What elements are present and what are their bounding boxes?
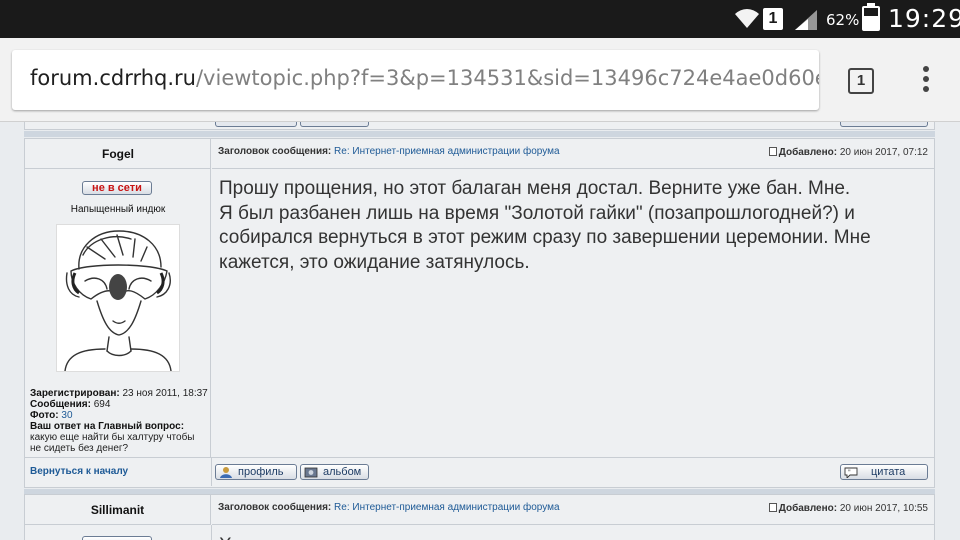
svg-text:": " [848,469,851,476]
post-icon[interactable] [768,147,777,156]
post-header: Заголовок сообщения: Re: Интернет-приемн… [212,495,934,525]
wifi-icon [735,8,759,28]
menu-icon[interactable] [916,66,936,96]
quote-button[interactable]: " цитата [840,464,928,480]
status-badge: не в сети [82,181,152,195]
post-footer: Вернуться к началу профиль альбом " цита… [25,457,934,486]
photo-album-icon [304,467,318,478]
post-date: Добавлено: 20 июн 2017, 07:12 [768,147,928,158]
author-rank: Напыщенный индюк [70,204,166,215]
profile-button[interactable]: профиль [215,464,297,480]
sim-indicator: 1 [763,8,783,30]
post-author[interactable]: Sillimanit [25,495,211,525]
prev-profile-button[interactable] [215,122,297,127]
prev-quote-button[interactable] [840,122,928,127]
user-icon [220,467,232,478]
author-profile: не в сети Напыщенный индюк Зарегистриров… [25,170,211,458]
url-host: forum.cdrrhq.ru [30,66,196,90]
post-subject: Заголовок сообщения: Re: Интернет-приемн… [218,502,560,513]
post-author[interactable]: Fogel [25,139,211,169]
author-details: Зарегистрирован: 23 ноя 2011, 18:37 Сооб… [30,388,208,454]
url-path: /viewtopic.php?f=3&p=134531&sid=13496c72… [195,66,819,90]
prev-album-button[interactable] [300,122,369,127]
browser-toolbar: forum.cdrrhq.ru/viewtopic.php?f=3&p=1345… [0,38,960,122]
forum-post: Sillimanit Заголовок сообщения: Re: Инте… [24,494,935,540]
post-body: Прошу прощения, но этот балаган меня дос… [219,178,871,273]
battery-percent: 62% [826,11,860,29]
avatar[interactable] [56,224,180,372]
post-header: Заголовок сообщения: Re: Интернет-приемн… [212,139,934,169]
quote-icon: " [844,467,858,478]
forum-post: Fogel Заголовок сообщения: Re: Интернет-… [24,138,935,488]
avatar-sketch [64,230,172,372]
post-icon[interactable] [768,503,777,512]
photo-count-link[interactable]: 30 [61,410,72,421]
forum-page: Fogel Заголовок сообщения: Re: Интернет-… [0,122,960,540]
clock: 19:29 [888,4,960,33]
subject-link[interactable]: Re: Интернет-приемная администрации фору… [334,502,560,513]
signal-icon [795,10,817,30]
status-badge [82,536,152,540]
back-to-top-link[interactable]: Вернуться к началу [30,466,128,477]
post-divider [24,131,935,137]
subject-link[interactable]: Re: Интернет-приемная администрации фору… [334,146,560,157]
address-bar[interactable]: forum.cdrrhq.ru/viewtopic.php?f=3&p=1345… [12,50,819,110]
post-body: Х [219,535,232,540]
post-subject: Заголовок сообщения: Re: Интернет-приемн… [218,146,560,157]
tab-switcher-button[interactable]: 1 [848,68,874,94]
post-date: Добавлено: 20 июн 2017, 10:55 [768,503,928,514]
album-button[interactable]: альбом [300,464,369,480]
previous-post-footer [24,122,935,130]
battery-icon [862,3,880,31]
status-bar: 1 62% 19:29 [0,0,960,38]
